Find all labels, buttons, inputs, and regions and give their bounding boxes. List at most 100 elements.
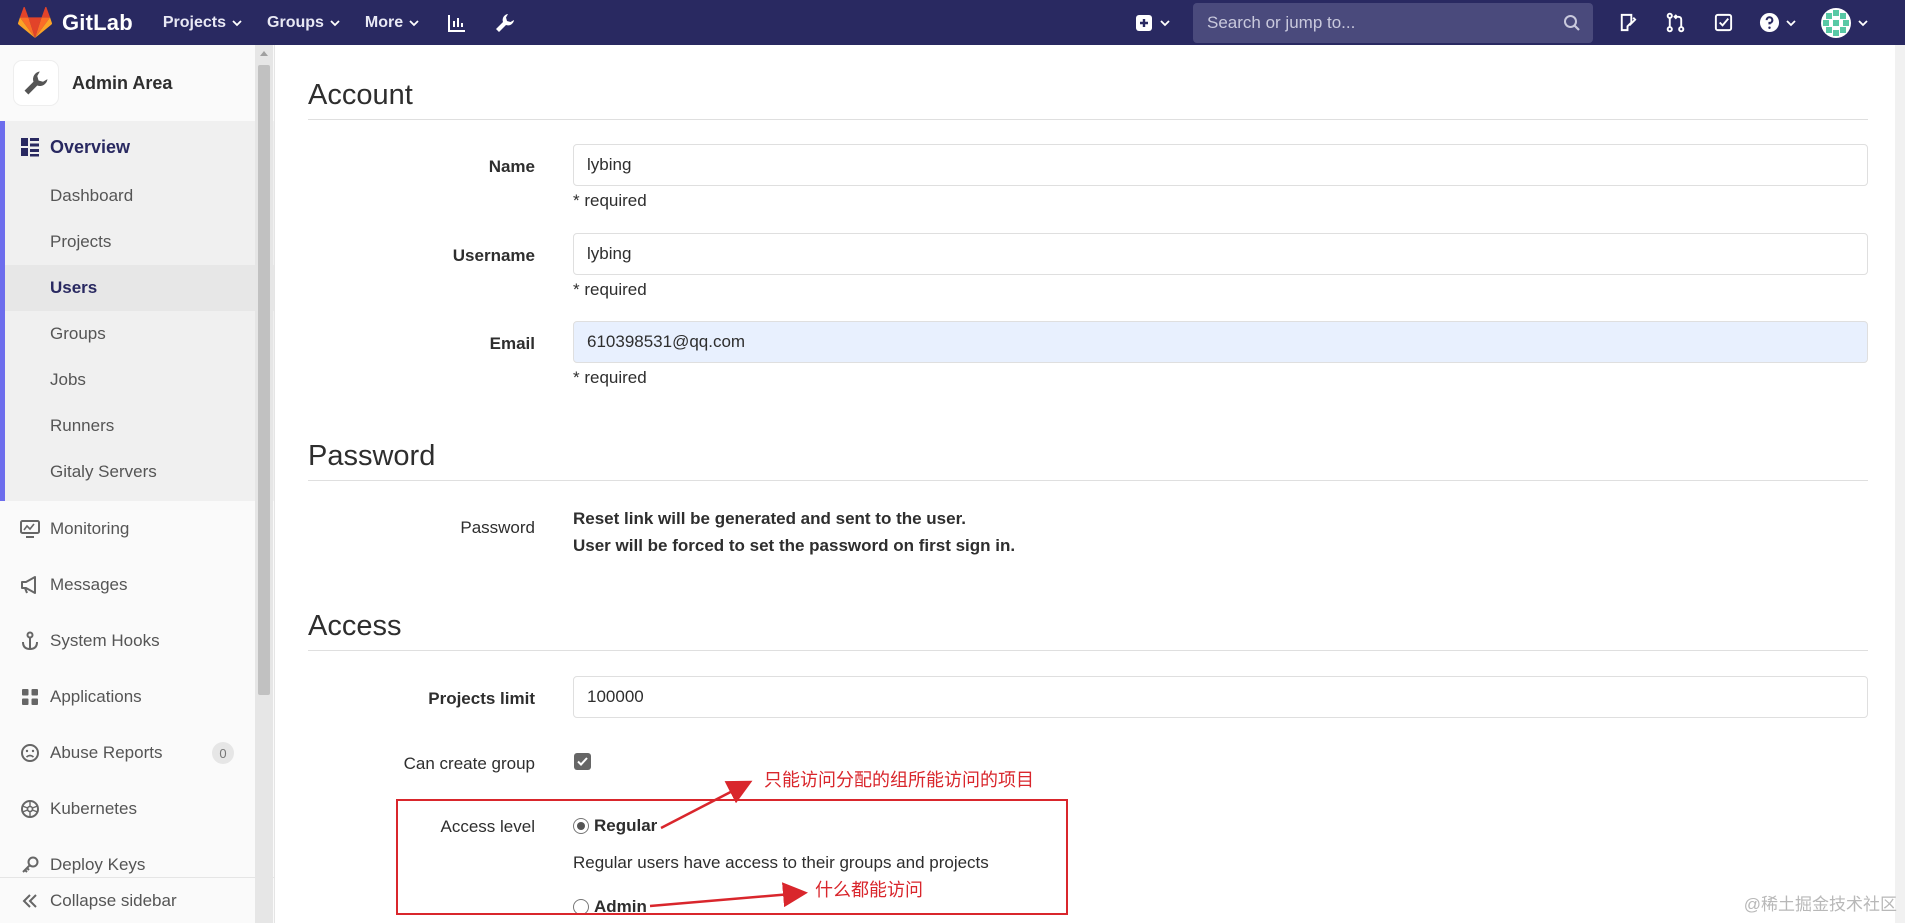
sidebar-item-label: Abuse Reports xyxy=(50,743,163,762)
sidebar-item-projects[interactable]: Projects xyxy=(5,219,274,265)
applications-grid-icon xyxy=(22,689,38,705)
projects-dropdown[interactable]: Projects xyxy=(163,14,243,32)
admin-sidebar: Admin Area Overview Dashboard Projects U… xyxy=(0,45,275,923)
gitlab-logo-icon xyxy=(18,6,52,38)
user-menu-dropdown[interactable] xyxy=(1821,7,1869,38)
sidebar-item-overview[interactable]: Overview xyxy=(5,121,274,173)
sidebar-item-label: Jobs xyxy=(50,370,86,389)
sidebar-item-jobs[interactable]: Jobs xyxy=(5,357,274,403)
sidebar-item-abuse-reports[interactable]: Abuse Reports 0 xyxy=(0,725,274,781)
sidebar-item-overview-label: Overview xyxy=(50,136,131,157)
admin-wrench-icon xyxy=(496,13,515,32)
account-section-title: Account xyxy=(308,79,413,111)
new-dropdown[interactable] xyxy=(1134,13,1171,33)
username-label: Username xyxy=(452,246,535,265)
abuse-reports-count-badge: 0 xyxy=(212,742,234,764)
projects-dropdown-label: Projects xyxy=(162,13,227,31)
todos-button[interactable] xyxy=(1711,11,1735,35)
navbar-right xyxy=(1134,0,1905,45)
sidebar-item-label: Dashboard xyxy=(50,186,134,205)
sidebar-item-applications[interactable]: Applications xyxy=(0,669,274,725)
user-edit-form: Account Name * required Username * requi… xyxy=(275,45,1905,923)
sidebar-item-label: Applications xyxy=(50,687,142,706)
watermark: @稀土掘金技术社区 xyxy=(1743,895,1897,914)
sad-face-icon xyxy=(21,744,39,762)
section-divider xyxy=(308,480,1868,481)
activity-button[interactable] xyxy=(444,10,470,36)
sidebar-item-label: System Hooks xyxy=(50,631,160,650)
groups-dropdown-label: Groups xyxy=(267,13,324,31)
key-icon xyxy=(22,856,39,873)
sidebar-item-label: Users xyxy=(50,278,98,297)
sidebar-item-monitoring[interactable]: Monitoring xyxy=(0,501,274,557)
sidebar-section-overview: Overview Dashboard Projects Users Groups… xyxy=(0,121,274,501)
sidebar-item-label: Monitoring xyxy=(50,519,130,538)
sidebar-item-dashboard[interactable]: Dashboard xyxy=(5,173,274,219)
sidebar-item-runners[interactable]: Runners xyxy=(5,403,274,449)
admin-wrench-icon xyxy=(24,71,48,95)
admin-area-button[interactable] xyxy=(492,10,518,36)
anchor-icon xyxy=(22,631,38,651)
more-dropdown[interactable]: More xyxy=(365,14,420,32)
username-input[interactable] xyxy=(573,233,1868,275)
sidebar-item-messages[interactable]: Messages xyxy=(0,557,274,613)
password-label: Password xyxy=(460,518,535,537)
chevron-down-icon xyxy=(330,19,340,26)
scroll-up-arrow-icon[interactable] xyxy=(260,51,268,56)
gitlab-home-link[interactable]: GitLab xyxy=(18,0,133,45)
search-bar xyxy=(1193,2,1593,43)
sidebar-title: Admin Area xyxy=(72,72,173,93)
groups-dropdown[interactable]: Groups xyxy=(267,14,341,32)
sidebar-item-label: Groups xyxy=(50,324,106,343)
chevron-down-icon xyxy=(232,19,242,26)
sidebar-item-gitaly-servers[interactable]: Gitaly Servers xyxy=(5,449,274,495)
password-section-title: Password xyxy=(308,440,436,472)
email-input[interactable] xyxy=(573,321,1868,363)
username-required-hint: * required xyxy=(573,280,647,299)
help-icon xyxy=(1759,12,1780,33)
sidebar-item-groups[interactable]: Groups xyxy=(5,311,274,357)
main-scrollbar[interactable] xyxy=(1895,45,1905,923)
help-dropdown[interactable] xyxy=(1759,12,1797,33)
can-create-group-checkbox[interactable] xyxy=(574,753,591,770)
annotation-regular-note: 只能访问分配的组所能访问的项目 xyxy=(764,770,1034,790)
name-input[interactable] xyxy=(573,144,1868,186)
search-icon[interactable] xyxy=(1563,14,1581,32)
sidebar-scrollbar[interactable] xyxy=(255,45,273,923)
collapse-sidebar-label: Collapse sidebar xyxy=(50,890,177,910)
issues-button[interactable] xyxy=(1615,11,1639,35)
merge-request-icon xyxy=(1666,12,1684,33)
sidebar-scrollbar-thumb[interactable] xyxy=(258,65,270,695)
avatar xyxy=(1821,7,1851,38)
section-divider xyxy=(308,119,1868,120)
sidebar-item-kubernetes[interactable]: Kubernetes xyxy=(0,781,274,837)
name-required-hint: * required xyxy=(573,191,647,210)
top-navbar: GitLab Projects Groups More xyxy=(0,0,1905,45)
sidebar-item-system-hooks[interactable]: System Hooks xyxy=(0,613,274,669)
checkmark-icon xyxy=(577,757,588,766)
collapse-sidebar-button[interactable]: Collapse sidebar xyxy=(0,877,274,923)
sidebar-item-label: Runners xyxy=(50,416,115,435)
password-reset-line-1: Reset link will be generated and sent to… xyxy=(573,509,966,528)
sidebar-item-users[interactable]: Users xyxy=(5,265,274,311)
access-section-title: Access xyxy=(308,610,402,642)
projects-limit-input[interactable] xyxy=(573,676,1868,718)
sidebar-item-label: Projects xyxy=(50,232,112,251)
issues-icon xyxy=(1620,13,1636,32)
section-divider xyxy=(308,650,1868,651)
search-input[interactable] xyxy=(1205,11,1563,34)
chevron-down-icon xyxy=(1858,19,1868,26)
sidebar-header[interactable]: Admin Area xyxy=(0,45,274,121)
chevron-down-icon xyxy=(1786,19,1796,26)
sidebar-item-label: Deploy Keys xyxy=(50,855,146,874)
overview-grid-icon xyxy=(21,138,39,157)
main-menu: Projects Groups More xyxy=(163,0,540,45)
chevron-down-icon xyxy=(409,19,419,26)
merge-requests-button[interactable] xyxy=(1663,11,1687,35)
can-create-group-label: Can create group xyxy=(403,754,535,773)
sidebar-item-label: Kubernetes xyxy=(50,799,137,818)
admin-area-avatar xyxy=(14,61,58,105)
password-reset-note: Reset link will be generated and sent to… xyxy=(573,505,1015,559)
sidebar-item-label: Gitaly Servers xyxy=(50,462,157,481)
more-dropdown-label: More xyxy=(364,13,404,31)
